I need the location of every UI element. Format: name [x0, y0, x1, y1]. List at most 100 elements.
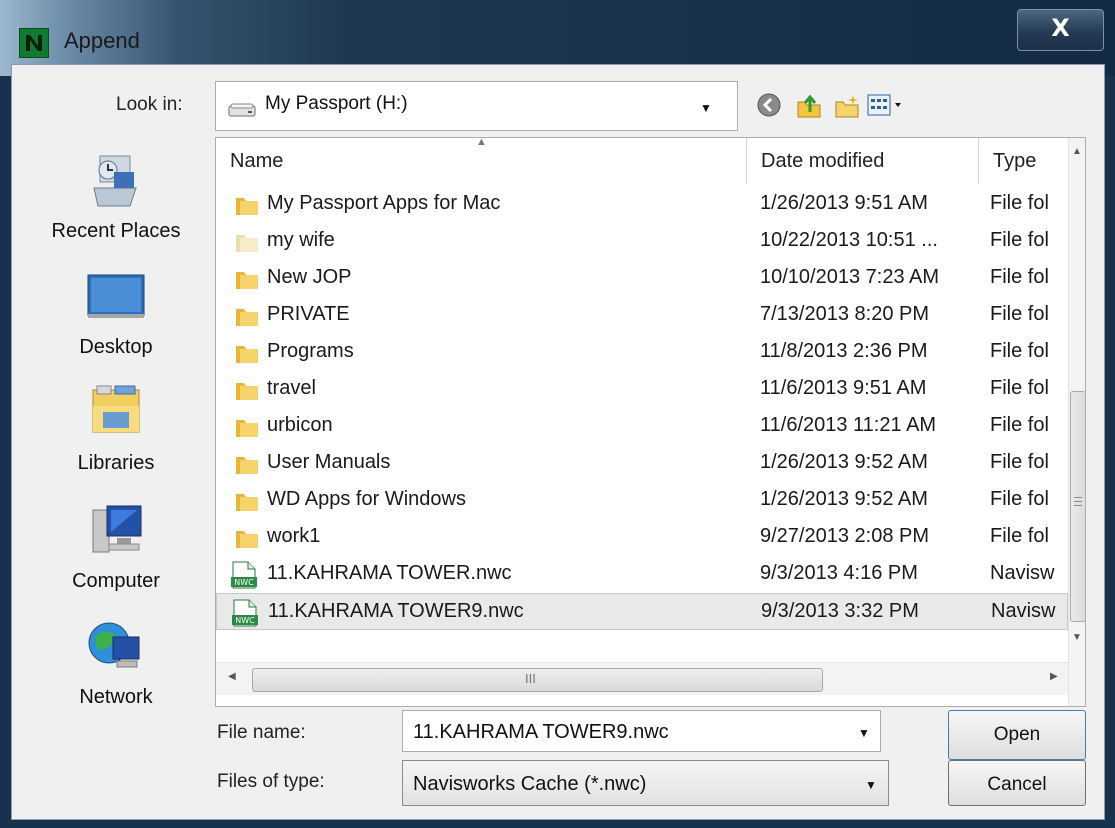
place-label-libraries: Libraries — [77, 452, 155, 474]
nwc-file-icon: NWC — [231, 561, 257, 589]
file-type: File fol — [990, 229, 1049, 251]
place-desktop[interactable] — [30, 270, 202, 327]
file-list[interactable]: Name ▲ Date modified Type My Passport Ap… — [215, 137, 1086, 707]
file-date: 7/13/2013 8:20 PM — [760, 303, 930, 325]
scroll-right-icon[interactable]: ▶ — [1050, 671, 1058, 682]
computer-icon — [92, 505, 142, 553]
navisworks-app-icon — [19, 28, 49, 58]
filetype-dropdown[interactable]: Navisworks Cache (*.nwc) ▼ — [402, 760, 889, 806]
recent-places-icon — [93, 155, 137, 207]
file-name: 11.KAHRAMA TOWER.nwc — [267, 562, 512, 584]
drive-icon — [228, 102, 256, 118]
filename-label: File name: — [217, 722, 306, 743]
lookin-chevron-down-icon[interactable]: ▼ — [700, 101, 712, 115]
list-item[interactable]: Programs 11/8/2013 2:36 PM File fol — [216, 334, 1068, 371]
nwc-file-icon: NWC — [232, 599, 258, 627]
filename-value: 11.KAHRAMA TOWER9.nwc — [413, 721, 669, 743]
file-name: User Manuals — [267, 451, 391, 473]
file-date: 11/6/2013 9:51 AM — [760, 377, 927, 399]
append-dialog: Append X Look in: My Passport (H:) ▼ Rec… — [0, 0, 1115, 828]
file-name: Programs — [267, 340, 354, 362]
list-item[interactable]: My Passport Apps for Mac 1/26/2013 9:51 … — [216, 186, 1068, 223]
folder-icon — [236, 198, 258, 215]
close-icon: X — [1051, 14, 1070, 42]
vertical-scroll-thumb[interactable] — [1070, 391, 1085, 622]
place-network[interactable] — [30, 615, 202, 682]
scroll-down-icon[interactable]: ▼ — [1072, 632, 1082, 643]
folder-icon — [236, 457, 258, 474]
place-label-network: Network — [79, 686, 153, 708]
file-date: 11/6/2013 11:21 AM — [760, 414, 937, 436]
scroll-up-icon[interactable]: ▲ — [1072, 146, 1082, 157]
view-menu-icon[interactable] — [866, 92, 910, 118]
column-header-date[interactable]: Date modified — [747, 138, 979, 184]
libraries-icon — [92, 385, 140, 433]
vertical-scrollbar[interactable]: ▲ ▼ — [1068, 138, 1085, 706]
list-item[interactable]: User Manuals 1/26/2013 9:52 AM File fol — [216, 445, 1068, 482]
file-name: my wife — [267, 229, 335, 251]
filename-input[interactable]: 11.KAHRAMA TOWER9.nwc ▼ — [402, 710, 881, 752]
list-item[interactable]: my wife 10/22/2013 10:51 ... File fol — [216, 223, 1068, 260]
file-date: 9/27/2013 2:08 PM — [760, 525, 930, 547]
up-folder-icon[interactable] — [795, 92, 821, 118]
folder-icon — [236, 309, 258, 326]
places-bar: Recent Places Desktop Libraries Computer… — [30, 130, 202, 730]
place-libraries[interactable] — [30, 382, 202, 445]
lookin-label: Look in: — [116, 94, 183, 115]
filetype-label: Files of type: — [217, 771, 325, 792]
file-type: File fol — [990, 266, 1049, 288]
file-name: work1 — [267, 525, 321, 547]
file-type: File fol — [990, 525, 1049, 547]
cancel-button[interactable]: Cancel — [948, 760, 1086, 806]
file-name: 11.KAHRAMA TOWER9.nwc — [268, 600, 524, 622]
close-button[interactable]: X — [1017, 9, 1104, 51]
file-date: 9/3/2013 4:16 PM — [760, 562, 918, 584]
list-item[interactable]: travel 11/6/2013 9:51 AM File fol — [216, 371, 1068, 408]
folder-icon — [236, 383, 258, 400]
scroll-left-icon[interactable]: ◀ — [228, 671, 236, 682]
place-computer[interactable] — [30, 500, 202, 563]
horizontal-scroll-thumb[interactable]: III — [252, 668, 823, 692]
folder-icon — [236, 531, 258, 548]
list-item-selected[interactable]: NWC 11.KAHRAMA TOWER9.nwc 9/3/2013 3:32 … — [216, 593, 1068, 630]
list-item[interactable]: PRIVATE 7/13/2013 8:20 PM File fol — [216, 297, 1068, 334]
horizontal-scrollbar[interactable]: ◀ III ▶ — [216, 662, 1068, 695]
file-type: File fol — [990, 451, 1049, 473]
svg-text:NWC: NWC — [235, 616, 255, 625]
file-type: File fol — [990, 192, 1049, 214]
file-name: PRIVATE — [267, 303, 350, 325]
new-folder-icon[interactable] — [833, 92, 859, 118]
place-label-computer: Computer — [72, 570, 160, 592]
window-title: Append — [64, 28, 140, 53]
file-date: 10/22/2013 10:51 ... — [760, 229, 938, 251]
column-header-type[interactable]: Type — [979, 138, 1068, 184]
open-button[interactable]: Open — [948, 710, 1086, 760]
list-item[interactable]: work1 9/27/2013 2:08 PM File fol — [216, 519, 1068, 556]
file-name: urbicon — [267, 414, 333, 436]
filename-chevron-down-icon[interactable]: ▼ — [858, 726, 870, 740]
folder-icon — [236, 420, 258, 437]
file-date: 11/8/2013 2:36 PM — [760, 340, 928, 362]
file-type: File fol — [990, 414, 1049, 436]
list-item[interactable]: urbicon 11/6/2013 11:21 AM File fol — [216, 408, 1068, 445]
file-date: 10/10/2013 7:23 AM — [760, 266, 940, 288]
column-header-name[interactable]: Name ▲ — [216, 138, 747, 184]
list-item[interactable]: WD Apps for Windows 1/26/2013 9:52 AM Fi… — [216, 482, 1068, 519]
desktop-icon — [87, 274, 145, 318]
list-item[interactable]: New JOP 10/10/2013 7:23 AM File fol — [216, 260, 1068, 297]
folder-icon — [236, 235, 258, 252]
folder-icon — [236, 346, 258, 363]
place-recent-places[interactable] — [30, 152, 202, 219]
file-name: WD Apps for Windows — [267, 488, 466, 510]
file-type: File fol — [990, 340, 1049, 362]
filetype-value: Navisworks Cache (*.nwc) — [413, 773, 647, 795]
lookin-value: My Passport (H:) — [265, 93, 408, 114]
back-icon[interactable] — [756, 92, 782, 118]
svg-text:NWC: NWC — [234, 578, 254, 587]
filetype-chevron-down-icon[interactable]: ▼ — [865, 778, 877, 792]
file-date: 1/26/2013 9:52 AM — [760, 451, 928, 473]
file-type: File fol — [990, 488, 1049, 510]
list-item[interactable]: NWC 11.KAHRAMA TOWER.nwc 9/3/2013 4:16 P… — [216, 556, 1068, 593]
file-name: My Passport Apps for Mac — [267, 192, 501, 214]
place-label-recent-places: Recent Places — [51, 220, 181, 242]
